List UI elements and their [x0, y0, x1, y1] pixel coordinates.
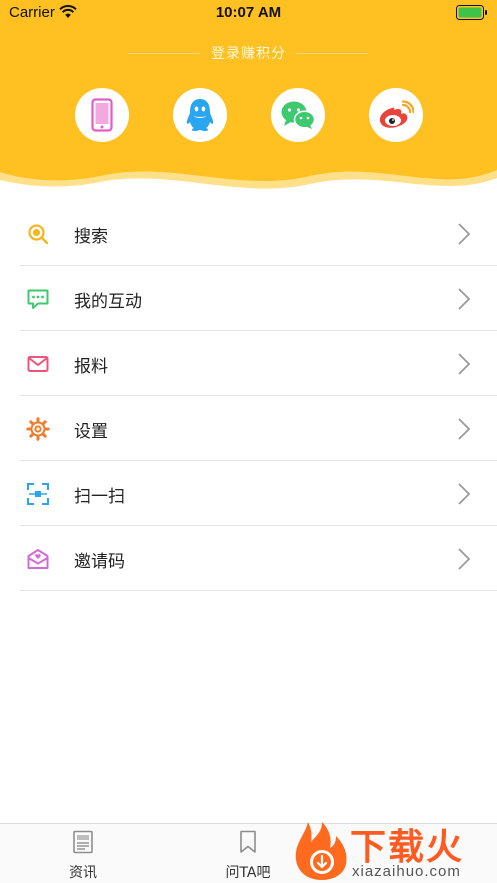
wechat-login-button[interactable]	[271, 88, 325, 142]
watermark: 下载火 xiazaihuo.com	[292, 818, 497, 883]
tab-label: 资讯	[69, 865, 97, 881]
chevron-right-icon	[458, 353, 471, 375]
menu-item-invite-code[interactable]: 邀请码	[20, 526, 497, 591]
chevron-right-icon	[458, 418, 471, 440]
menu-item-report[interactable]: 报料	[20, 331, 497, 396]
chat-icon	[27, 289, 49, 309]
chevron-right-icon	[458, 288, 471, 310]
clock: 10:07 AM	[215, 4, 282, 21]
menu-item-scan[interactable]: 扫一扫	[20, 461, 497, 526]
login-text[interactable]: 登录赚积分	[0, 43, 497, 63]
qq-login-button[interactable]	[173, 88, 227, 142]
chevron-right-icon	[458, 223, 471, 245]
menu-item-label: 邀请码	[74, 552, 125, 572]
menu-item-search[interactable]: 搜索	[20, 201, 497, 266]
menu-item-label: 搜索	[74, 227, 108, 247]
tab-news[interactable]: 资讯	[23, 830, 143, 882]
weibo-login-button[interactable]	[369, 88, 423, 142]
menu-item-label: 扫一扫	[74, 487, 125, 507]
phone-icon	[91, 98, 113, 132]
flame-logo-icon	[295, 822, 347, 880]
mail-icon	[27, 356, 49, 372]
chevron-right-icon	[458, 548, 471, 570]
invite-icon	[27, 549, 49, 569]
phone-login-button[interactable]	[75, 88, 129, 142]
scan-icon	[27, 483, 49, 505]
menu-item-label: 我的互动	[74, 292, 142, 312]
menu-item-settings[interactable]: 设置	[20, 396, 497, 461]
news-icon	[73, 830, 93, 854]
bookmark-icon	[240, 830, 256, 853]
tab-label: 问TA吧	[225, 865, 271, 881]
menu-item-label: 报料	[74, 357, 108, 377]
tab-ask-ta[interactable]: 问TA吧	[188, 830, 308, 882]
weibo-icon	[379, 100, 414, 128]
header-wave-background	[0, 0, 497, 189]
status-bar: Carrier 10:07 AM	[0, 0, 497, 28]
chevron-right-icon	[458, 483, 471, 505]
menu-item-label: 设置	[74, 422, 108, 442]
battery-icon	[456, 5, 488, 25]
menu-item-my-interactions[interactable]: 我的互动	[20, 266, 497, 331]
profile-header: Carrier 10:07 AM 登录赚积分	[0, 0, 497, 215]
menu-list: 搜索 我的互动 报料 设置 扫一扫 邀请码	[20, 201, 497, 591]
login-prompt[interactable]: 登录赚积分	[0, 43, 497, 65]
wechat-icon	[281, 101, 316, 129]
gear-icon	[26, 417, 50, 441]
divider-right	[296, 53, 368, 54]
watermark-site: xiazaihuo.com	[352, 863, 461, 880]
search-icon	[28, 224, 49, 245]
qq-icon	[186, 99, 214, 131]
